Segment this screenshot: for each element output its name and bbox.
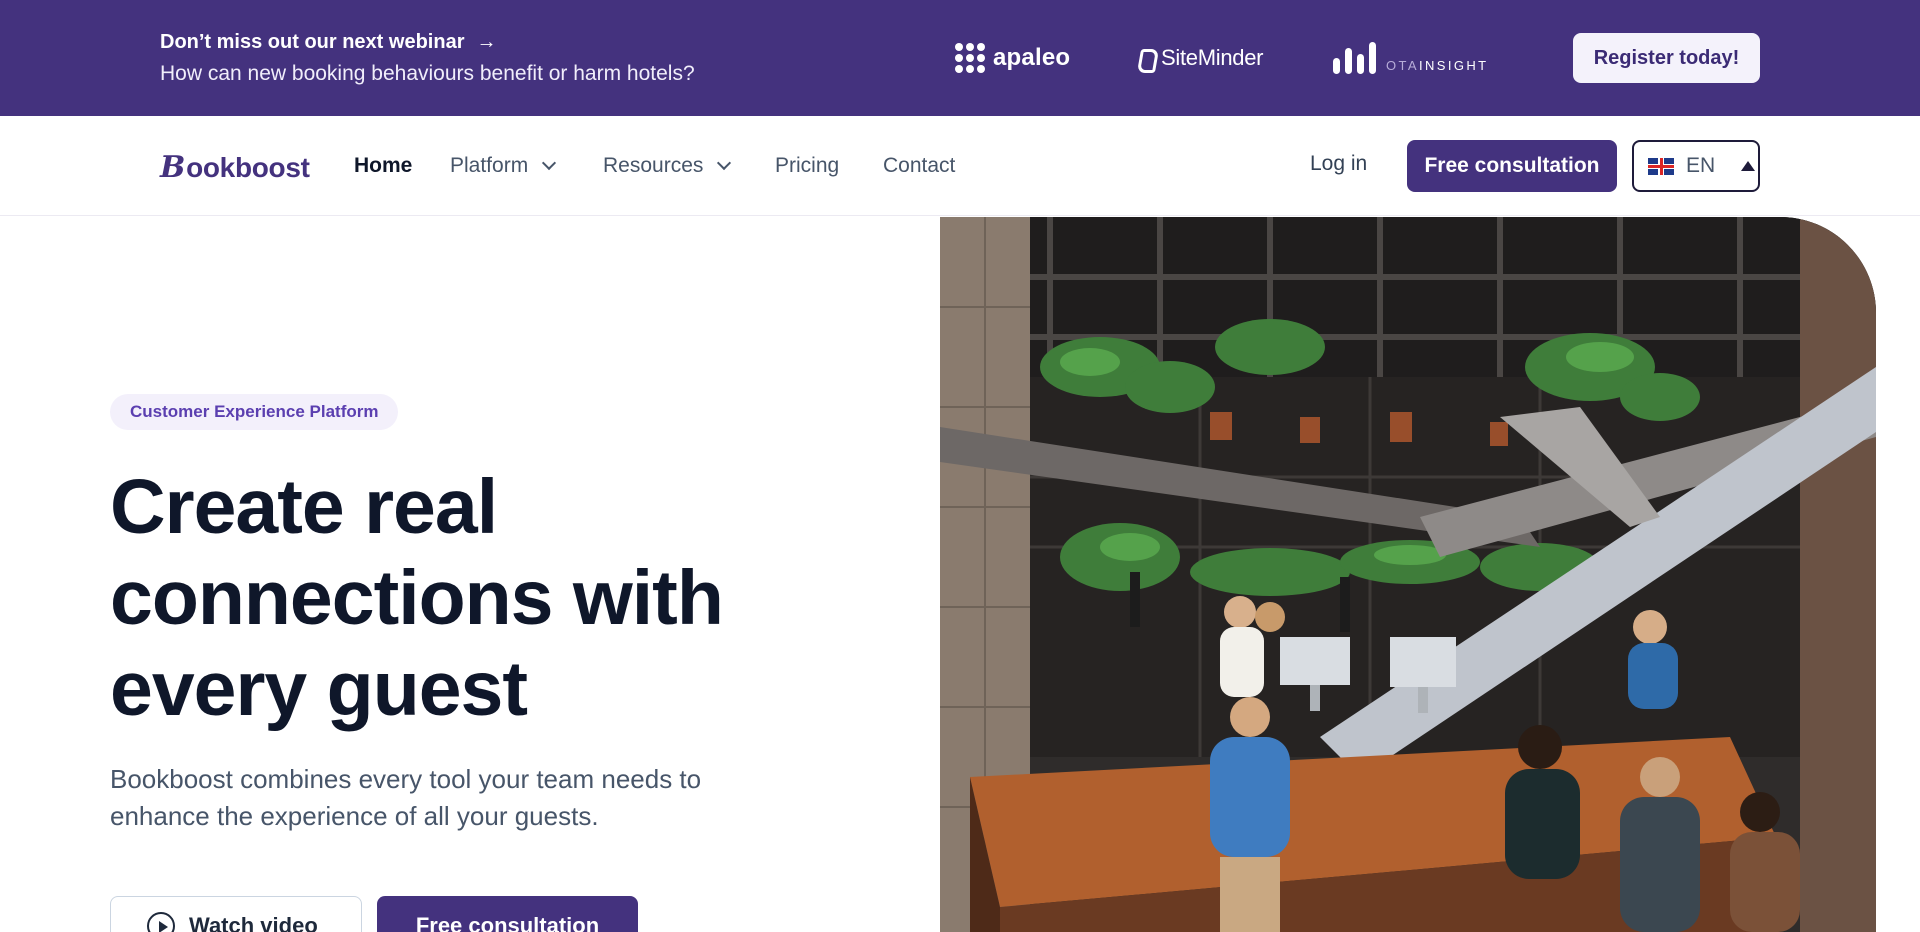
nav-platform[interactable]: Platform	[450, 152, 557, 180]
hotel-lobby-illustration	[940, 217, 1876, 932]
logo-initial: B	[160, 150, 186, 185]
free-consultation-button[interactable]: Free consultation	[1407, 140, 1617, 192]
webinar-title[interactable]: Don’t miss out our next webinar →	[160, 28, 695, 56]
arrow-right-icon: →	[476, 31, 497, 53]
siteminder-logo: SiteMinder	[1137, 38, 1263, 78]
hero-description: Bookboost combines every tool your team …	[110, 764, 702, 831]
nav-home[interactable]: Home	[354, 152, 412, 180]
bookboost-logo[interactable]: Bookboost	[160, 150, 310, 185]
language-code: EN	[1686, 154, 1716, 177]
apaleo-dots-icon	[955, 43, 985, 73]
nav-resources-label: Resources	[603, 154, 704, 177]
hero-title: Create real connections with every guest	[110, 464, 724, 732]
category-badge: Customer Experience Platform	[110, 394, 399, 430]
webinar-promo[interactable]: Don’t miss out our next webinar → How ca…	[160, 28, 695, 90]
nav-pricing-label: Pricing	[775, 154, 840, 177]
nav-contact-label: Contact	[883, 154, 956, 177]
nav-home-label: Home	[354, 154, 413, 177]
nav-contact[interactable]: Contact	[883, 152, 955, 180]
main-navigation: Bookboost Home Platform Resources Pricin…	[0, 116, 1920, 216]
siteminder-mark-icon	[1137, 47, 1155, 69]
otainsight-logo: OTAINSIGHT	[1333, 38, 1489, 78]
nav-platform-label: Platform	[450, 154, 529, 177]
register-button[interactable]: Register today!	[1573, 33, 1760, 83]
webinar-banner: Don’t miss out our next webinar → How ca…	[0, 0, 1920, 116]
apaleo-wordmark: apaleo	[993, 44, 1071, 71]
uk-flag-icon	[1648, 157, 1674, 175]
nav-resources[interactable]: Resources	[603, 152, 732, 180]
logo-wordmark: ookboost	[186, 151, 310, 183]
watch-video-label: Watch video	[189, 913, 318, 932]
chevron-down-icon	[717, 155, 732, 171]
login-link[interactable]: Log in	[1310, 152, 1367, 176]
otainsight-wordmark: OTAINSIGHT	[1386, 57, 1489, 73]
caret-up-icon	[1741, 161, 1756, 171]
hero-image	[940, 217, 1876, 932]
apaleo-logo: apaleo	[955, 38, 1070, 78]
hero-free-consultation-button[interactable]: Free consultation	[377, 896, 638, 932]
chevron-down-icon	[542, 155, 557, 171]
otainsight-bars-icon	[1333, 42, 1376, 74]
webinar-title-text: Don’t miss out our next webinar	[160, 31, 465, 53]
play-circle-icon	[147, 912, 175, 932]
watch-video-button[interactable]: Watch video	[110, 896, 362, 932]
nav-pricing[interactable]: Pricing	[775, 152, 839, 180]
webinar-subtitle: How can new booking behaviours benefit o…	[160, 62, 695, 85]
siteminder-wordmark: SiteMinder	[1161, 45, 1264, 70]
language-selector[interactable]: EN	[1632, 140, 1760, 192]
